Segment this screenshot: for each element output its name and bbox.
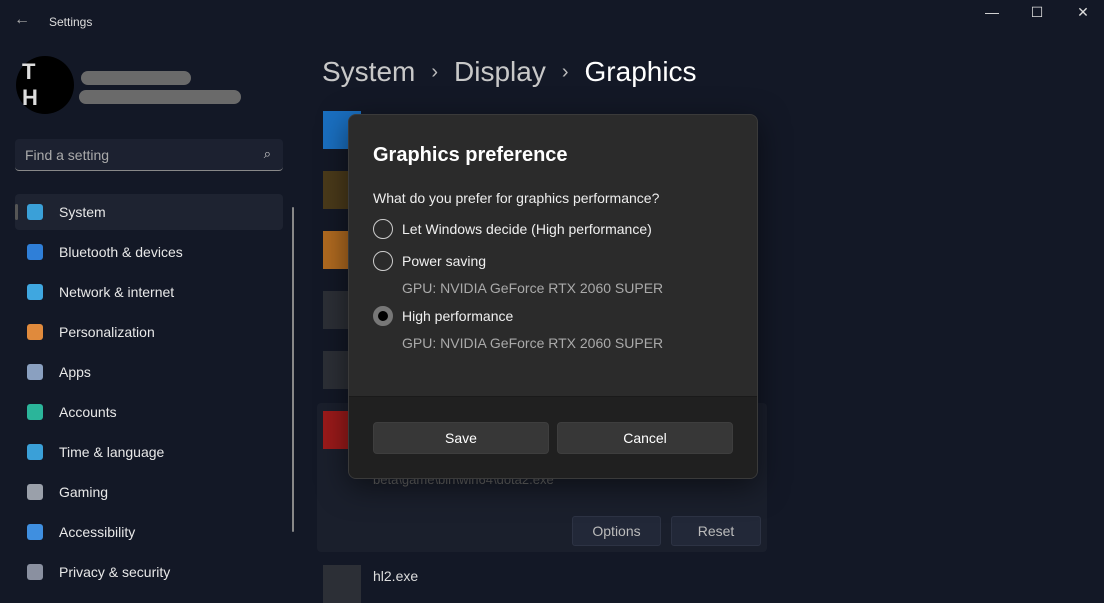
network-internet-icon — [27, 284, 43, 300]
redacted-email — [79, 90, 241, 104]
privacy-security-icon — [27, 564, 43, 580]
bluetooth-devices-icon — [27, 244, 43, 260]
sidebar-item-apps[interactable]: Apps — [15, 354, 283, 390]
accessibility-icon — [27, 524, 43, 540]
chevron-right-icon: › — [561, 60, 569, 83]
gpu-label: GPU: NVIDIA GeForce RTX 2060 SUPER — [402, 335, 664, 351]
radio-label: High performance — [402, 308, 514, 324]
sidebar-item-label: Apps — [59, 364, 91, 380]
avatar: T H — [16, 56, 74, 114]
sidebar-item-accessibility[interactable]: Accessibility — [15, 514, 283, 550]
sidebar-item-label: Accounts — [59, 404, 117, 420]
sidebar-item-privacy-security[interactable]: Privacy & security — [15, 554, 283, 590]
apps-icon — [27, 364, 43, 380]
app-name: hl2.exe — [373, 568, 419, 584]
search-input[interactable]: Find a setting ⌕ — [15, 139, 283, 171]
sidebar-item-label: Bluetooth & devices — [59, 244, 183, 260]
chevron-right-icon: › — [431, 60, 439, 83]
page-title: Graphics — [584, 56, 697, 87]
breadcrumb-system[interactable]: System — [322, 56, 415, 88]
sidebar-item-time-language[interactable]: Time & language — [15, 434, 283, 470]
sidebar-item-network-internet[interactable]: Network & internet — [15, 274, 283, 310]
redacted-name — [81, 71, 191, 85]
breadcrumb-display[interactable]: Display — [454, 56, 546, 88]
radio-label: Power saving — [402, 253, 487, 269]
sidebar-item-label: Personalization — [59, 324, 155, 340]
sidebar-item-label: Gaming — [59, 484, 109, 500]
window-title: Settings — [49, 15, 93, 29]
back-button[interactable]: ← — [14, 11, 30, 29]
dialog-question: What do you prefer for graphics performa… — [373, 190, 660, 206]
app-icon-hl2 — [323, 565, 361, 603]
reset-button[interactable]: Reset — [671, 516, 761, 546]
radio-power-saving[interactable]: Power saving — [373, 251, 486, 271]
radio-label: Let Windows decide (High performance) — [402, 221, 652, 237]
breadcrumb: System › Display › Graphics — [322, 56, 697, 88]
sidebar-item-label: Accessibility — [59, 524, 136, 540]
radio-circle-selected[interactable] — [373, 306, 393, 326]
radio-let-windows-decide[interactable]: Let Windows decide (High performance) — [373, 219, 652, 239]
save-button[interactable]: Save — [373, 422, 549, 454]
dialog-footer: Save Cancel — [349, 396, 757, 478]
cancel-button[interactable]: Cancel — [557, 422, 733, 454]
time-language-icon — [27, 444, 43, 460]
sidebar-item-accounts[interactable]: Accounts — [15, 394, 283, 430]
sidebar-item-label: Network & internet — [59, 284, 175, 300]
options-button[interactable]: Options — [572, 516, 661, 546]
gpu-label: GPU: NVIDIA GeForce RTX 2060 SUPER — [402, 280, 664, 296]
sidebar-item-bluetooth-devices[interactable]: Bluetooth & devices — [15, 234, 283, 270]
accounts-icon — [27, 404, 43, 420]
search-placeholder: Find a setting — [25, 147, 110, 163]
minimize-button[interactable]: — — [977, 4, 1007, 24]
sidebar-item-system[interactable]: System — [15, 194, 283, 230]
sidebar-item-label: Privacy & security — [59, 564, 171, 580]
radio-circle[interactable] — [373, 251, 393, 271]
dialog-title: Graphics preference — [373, 144, 568, 166]
system-icon — [27, 204, 43, 220]
sidebar-item-gaming[interactable]: Gaming — [15, 474, 283, 510]
personalization-icon — [27, 324, 43, 340]
sidebar-item-personalization[interactable]: Personalization — [15, 314, 283, 350]
close-button[interactable]: ✕ — [1068, 4, 1098, 24]
radio-high-performance[interactable]: High performance — [373, 306, 513, 326]
graphics-preference-dialog: Graphics preference What do you prefer f… — [348, 114, 758, 479]
sidebar-scrollbar[interactable] — [292, 207, 294, 532]
search-icon: ⌕ — [263, 146, 271, 161]
sidebar-item-label: System — [59, 204, 106, 220]
radio-circle[interactable] — [373, 219, 393, 239]
gaming-icon — [27, 484, 43, 500]
sidebar-item-label: Time & language — [59, 444, 165, 460]
maximize-button[interactable]: ☐ — [1022, 4, 1052, 24]
